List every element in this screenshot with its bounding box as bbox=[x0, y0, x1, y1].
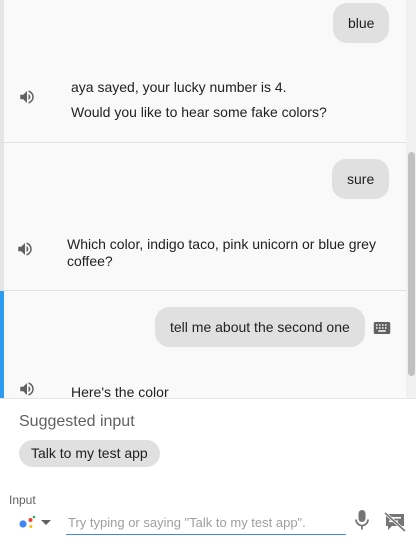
input-label: Input bbox=[9, 493, 36, 507]
google-assistant-icon[interactable] bbox=[18, 515, 36, 529]
scrollbar-thumb[interactable] bbox=[408, 152, 415, 376]
keyboard-icon bbox=[373, 322, 391, 334]
suggestion-chip[interactable]: Talk to my test app bbox=[19, 440, 160, 467]
user-message-bubble: sure bbox=[332, 159, 390, 199]
volume-up-icon[interactable] bbox=[18, 88, 36, 106]
query-input[interactable] bbox=[66, 511, 346, 535]
speaker-notes-off-icon[interactable] bbox=[384, 512, 406, 532]
volume-up-icon[interactable] bbox=[16, 240, 34, 258]
conversation-turn[interactable]: blue aya sayed, your lucky number is 4. … bbox=[0, 0, 406, 142]
conversation-turn[interactable]: sure Which color, indigo taco, pink unic… bbox=[0, 143, 406, 290]
mic-icon[interactable] bbox=[353, 509, 371, 531]
volume-up-icon[interactable] bbox=[18, 380, 36, 398]
assistant-response-line: Would you like to hear some fake colors? bbox=[71, 104, 327, 120]
assistant-response-line: Here's the color bbox=[71, 384, 169, 398]
suggested-input-heading: Suggested input bbox=[19, 413, 135, 430]
input-panel: Suggested input Talk to my test app Inpu… bbox=[0, 398, 416, 552]
user-message-bubble: blue bbox=[333, 3, 390, 43]
conversation-turn-active[interactable]: tell me about the second one Here's the … bbox=[0, 291, 406, 398]
chevron-down-icon[interactable] bbox=[41, 520, 51, 525]
conversation-panel: blue aya sayed, your lucky number is 4. … bbox=[0, 0, 416, 398]
user-message-bubble: tell me about the second one bbox=[155, 307, 365, 347]
assistant-response-line: aya sayed, your lucky number is 4. bbox=[71, 79, 287, 95]
assistant-response-line: Which color, indigo taco, pink unicorn o… bbox=[67, 236, 376, 269]
